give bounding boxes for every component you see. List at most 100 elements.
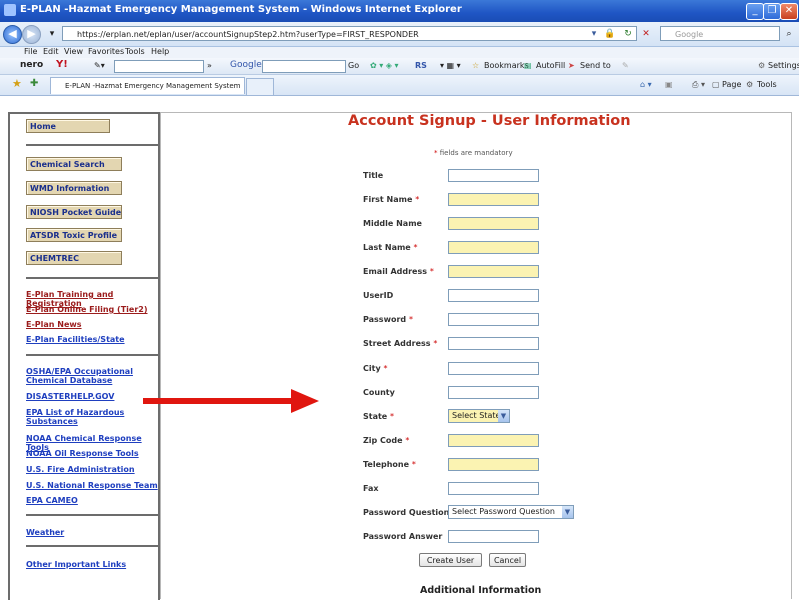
wmd-information-button[interactable]: WMD Information <box>26 181 122 195</box>
home-button[interactable]: Home <box>26 119 110 133</box>
niosh-pocket-guide-button[interactable]: NIOSH Pocket Guide <box>26 205 122 219</box>
sendto-button[interactable]: Send to <box>580 61 611 70</box>
link-disasterhelp[interactable]: DISASTERHELP.GOV <box>26 392 160 401</box>
autofill-button[interactable]: AutoFill <box>536 61 565 70</box>
link-other-important[interactable]: Other Important Links <box>26 560 160 569</box>
ie-icon <box>4 4 16 16</box>
atsdr-toxic-profile-button[interactable]: ATSDR Toxic Profile <box>26 228 122 242</box>
more-chevron-icon[interactable]: » <box>207 61 212 70</box>
divider <box>26 514 160 516</box>
settings-button[interactable]: Settings <box>768 61 799 70</box>
password-question-value: Select Password Question <box>452 507 555 516</box>
link-eplan-online-filing[interactable]: E-Plan Online Filing (Tier2) <box>26 305 160 314</box>
fax-field[interactable] <box>448 482 539 495</box>
go-button[interactable]: Go <box>348 61 359 70</box>
dropdown-arrow-icon[interactable]: ▾ <box>46 28 58 40</box>
menu-tools[interactable]: Tools <box>125 47 145 56</box>
title-field[interactable] <box>448 169 539 182</box>
search-icon[interactable]: ⌕ <box>783 28 795 40</box>
back-button[interactable]: ◀ <box>3 25 22 44</box>
home-icon[interactable]: ⌂ ▾ <box>640 80 652 89</box>
email-field[interactable] <box>448 265 539 278</box>
tab-active[interactable]: E-PLAN -Hazmat Emergency Management Syst… <box>50 77 245 94</box>
star-icon[interactable]: ☆ <box>472 61 479 70</box>
state-select[interactable]: Select State ▼ <box>448 409 510 423</box>
refresh-icon[interactable]: ↻ <box>622 28 634 40</box>
favorites-star-icon[interactable]: ★ <box>12 77 22 90</box>
search-input[interactable]: Google <box>660 26 780 41</box>
bookmarks-button[interactable]: Bookmarks <box>484 61 529 70</box>
mandatory-note-text: fields are mandatory <box>439 149 513 157</box>
state-select-value: Select State <box>452 411 501 420</box>
menu-file[interactable]: File <box>24 47 37 56</box>
tab-bar: ★ ✚ E-PLAN -Hazmat Emergency Management … <box>0 75 799 96</box>
address-bar: ◀ ▶ ▾ https://erplan.net/eplan/user/acco… <box>0 22 799 47</box>
link-eplan-facilities[interactable]: E-Plan Facilities/State <box>26 335 160 344</box>
sendto-icon[interactable]: ➤ <box>568 61 575 70</box>
middle-name-field[interactable] <box>448 217 539 230</box>
menu-view[interactable]: View <box>64 47 83 56</box>
create-user-button[interactable]: Create User <box>419 553 482 567</box>
menu-bar: File Edit View Favorites Tools Help <box>0 47 799 58</box>
password-question-select[interactable]: Select Password Question ▼ <box>448 505 574 519</box>
label-last-name: Last Name * <box>363 243 418 252</box>
divider <box>26 144 160 146</box>
cancel-button[interactable]: Cancel <box>489 553 526 567</box>
toolbar-icons[interactable]: ✿ ▾ ◈ ▾ <box>370 61 399 70</box>
label-telephone: Telephone * <box>363 460 416 469</box>
print-icon[interactable]: ⎙ ▾ <box>692 80 705 90</box>
dropdown-arrow-icon[interactable]: ▾ <box>588 28 600 40</box>
userid-field[interactable] <box>448 289 539 302</box>
city-field[interactable] <box>448 362 539 375</box>
menu-edit[interactable]: Edit <box>43 47 59 56</box>
last-name-field[interactable] <box>448 241 539 254</box>
menu-help[interactable]: Help <box>151 47 169 56</box>
autofill-icon[interactable]: ▤ <box>524 61 532 70</box>
maximize-button[interactable]: ❐ <box>763 3 781 20</box>
tools-menu[interactable]: Tools <box>757 80 777 89</box>
rs-button[interactable]: RS <box>415 61 427 70</box>
password-field[interactable] <box>448 313 539 326</box>
toolbar-dropdown-icon[interactable]: ▾ ▦ ▾ <box>440 61 461 70</box>
google-toolbar-label: Google <box>230 60 262 70</box>
minimize-button[interactable]: _ <box>746 3 764 20</box>
link-national-response-team[interactable]: U.S. National Response Team <box>26 481 160 490</box>
link-osha-epa-database[interactable]: OSHA/EPA Occupational Chemical Database <box>26 367 136 385</box>
label-password-answer: Password Answer <box>363 532 443 541</box>
first-name-field[interactable] <box>448 193 539 206</box>
close-button[interactable]: ✕ <box>780 3 798 20</box>
google-search-input[interactable] <box>262 60 346 73</box>
feeds-icon[interactable]: ▣ <box>665 80 673 89</box>
toolbar-search-input[interactable] <box>114 60 204 73</box>
link-noaa-oil[interactable]: NOAA Oil Response Tools <box>26 449 160 458</box>
settings-icon[interactable]: ⚙ <box>758 61 765 70</box>
new-tab-button[interactable] <box>246 78 274 96</box>
county-field[interactable] <box>448 386 539 399</box>
pencil-icon[interactable]: ✎▾ <box>94 61 105 70</box>
chemical-search-button[interactable]: Chemical Search <box>26 157 122 171</box>
tools-gear-icon[interactable]: ⚙ <box>746 80 753 89</box>
telephone-field[interactable] <box>448 458 539 471</box>
add-favorites-icon[interactable]: ✚ <box>30 78 38 89</box>
link-eplan-news[interactable]: E-Plan News <box>26 320 160 329</box>
chevron-down-icon: ▼ <box>498 410 509 422</box>
window-title: E-PLAN -Hazmat Emergency Management Syst… <box>20 4 462 15</box>
forward-button[interactable]: ▶ <box>22 25 41 44</box>
chemtrec-button[interactable]: CHEMTREC <box>26 251 122 265</box>
link-weather[interactable]: Weather <box>26 528 160 537</box>
page-menu[interactable]: Page <box>722 80 741 89</box>
link-epa-cameo[interactable]: EPA CAMEO <box>26 496 160 505</box>
link-epa-hazardous-substances[interactable]: EPA List of Hazardous Substances <box>26 408 126 426</box>
yahoo-button[interactable]: Y! <box>56 59 68 70</box>
page-icon[interactable]: ▢ <box>712 80 720 89</box>
menu-favorites[interactable]: Favorites <box>88 47 124 56</box>
street-address-field[interactable] <box>448 337 539 350</box>
pen-icon[interactable]: ✎ <box>622 61 629 70</box>
url-input[interactable]: https://erplan.net/eplan/user/accountSig… <box>62 26 637 41</box>
zip-code-field[interactable] <box>448 434 539 447</box>
lock-icon[interactable]: 🔒 <box>604 28 616 40</box>
link-us-fire-administration[interactable]: U.S. Fire Administration <box>26 465 160 474</box>
label-county: County <box>363 388 395 397</box>
password-answer-field[interactable] <box>448 530 539 543</box>
stop-icon[interactable]: ✕ <box>640 28 652 40</box>
